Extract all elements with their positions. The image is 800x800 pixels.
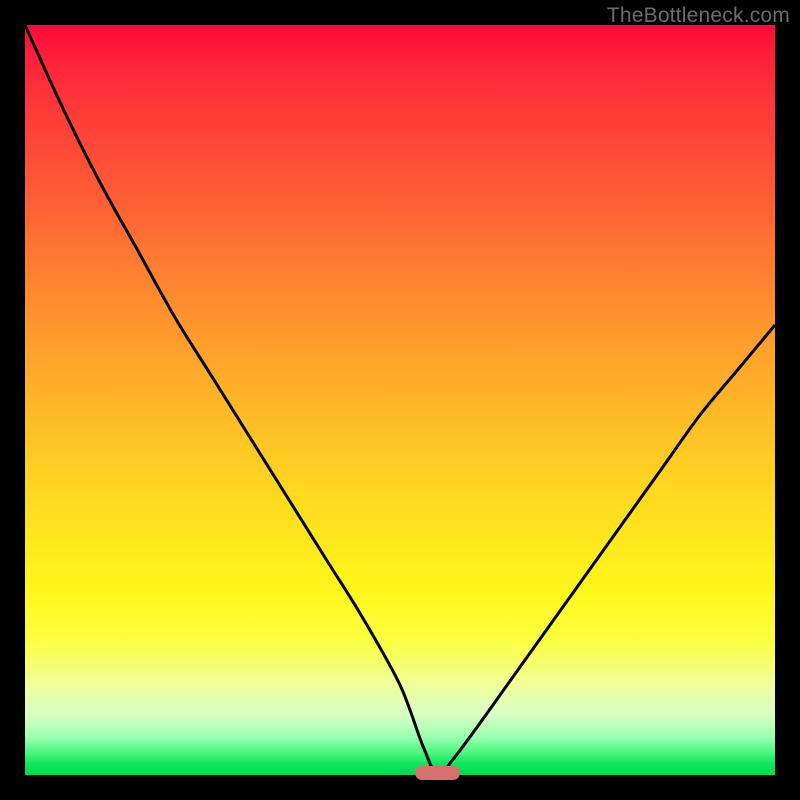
plot-area <box>25 25 775 775</box>
optimal-range-marker <box>415 766 460 780</box>
chart-container: TheBottleneck.com <box>0 0 800 800</box>
bottleneck-curve <box>25 25 775 775</box>
watermark-text: TheBottleneck.com <box>607 4 790 28</box>
curve-overlay <box>25 25 775 775</box>
